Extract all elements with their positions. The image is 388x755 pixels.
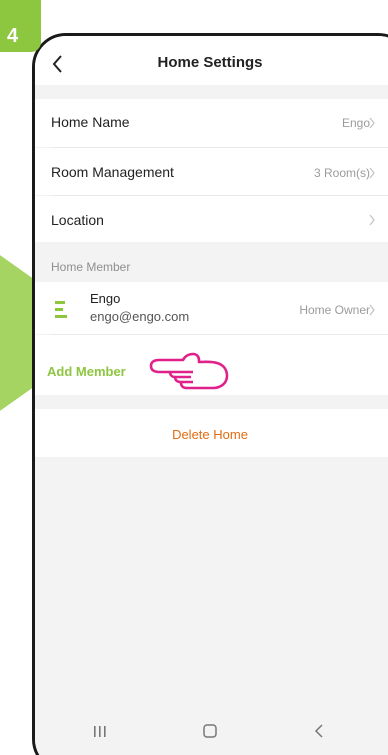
row-delete-home[interactable]: Delete Home <box>35 409 388 457</box>
section-title: Home Member <box>51 260 131 274</box>
chevron-right-icon <box>369 304 375 316</box>
chevron-right-icon <box>369 117 375 129</box>
step-badge: 4 <box>0 0 41 52</box>
app-screen: Home Settings Home Name Engo Room Manage… <box>35 36 388 755</box>
home-name-value: Engo <box>341 116 370 130</box>
row-room-management[interactable]: Room Management 3 Room(s) <box>35 148 388 195</box>
member-row[interactable]: Engo engo@engo.com Home Owner <box>35 282 388 334</box>
home-name-label: Home Name <box>51 114 130 130</box>
add-member-button[interactable]: Add Member <box>47 364 126 379</box>
section-header-home-member: Home Member <box>35 242 388 282</box>
row-home-name[interactable]: Home Name Engo <box>35 99 388 147</box>
tutorial-canvas: 4 Home Settings Home Name Engo Room Mana… <box>0 0 388 755</box>
top-nav-bar: Home Settings <box>35 36 388 85</box>
chevron-right-icon <box>369 214 375 226</box>
room-management-value: 3 Room(s) <box>313 166 370 180</box>
section-gap <box>35 85 388 99</box>
delete-home-button[interactable]: Delete Home <box>35 427 385 442</box>
recent-apps-icon[interactable] <box>87 720 113 742</box>
location-label: Location <box>51 212 104 228</box>
engo-logo-icon <box>55 301 67 318</box>
member-email: engo@engo.com <box>90 309 190 324</box>
member-name: Engo <box>90 291 121 306</box>
page-title: Home Settings <box>157 54 263 71</box>
chevron-right-icon <box>369 167 375 179</box>
section-gap <box>35 395 388 409</box>
member-role: Home Owner <box>299 303 370 317</box>
step-number: 4 <box>7 25 19 47</box>
system-nav-bar <box>35 712 388 755</box>
phone-frame: Home Settings Home Name Engo Room Manage… <box>32 33 388 755</box>
room-management-label: Room Management <box>51 164 174 180</box>
row-add-member[interactable]: Add Member <box>35 335 388 395</box>
back-nav-icon[interactable] <box>307 720 333 742</box>
pointing-hand-icon <box>149 352 229 390</box>
home-icon[interactable] <box>197 720 223 742</box>
row-location[interactable]: Location <box>35 196 388 242</box>
